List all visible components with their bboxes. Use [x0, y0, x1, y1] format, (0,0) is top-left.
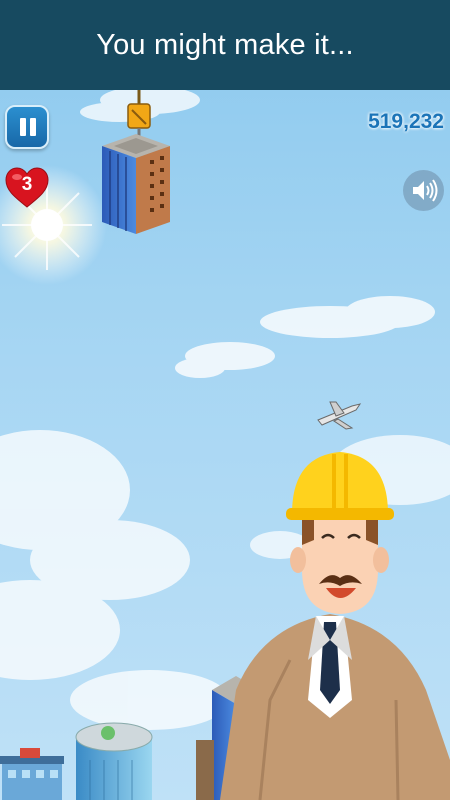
message-banner: You might make it... — [0, 0, 450, 90]
falling-building-block — [102, 134, 170, 234]
lives-indicator: 3 — [4, 166, 50, 210]
pause-icon — [20, 118, 26, 136]
cloud — [0, 430, 230, 730]
banner-message: You might make it... — [96, 28, 354, 61]
pause-icon-bar — [30, 118, 36, 136]
speaker-volume-icon — [413, 179, 438, 202]
city-building — [0, 748, 64, 800]
game-screen: You might make it... 3 519,232 — [0, 0, 450, 800]
lives-count: 3 — [21, 174, 33, 195]
airplane — [317, 401, 362, 430]
city-tower — [75, 722, 153, 800]
sound-toggle-button[interactable] — [403, 170, 444, 211]
cloud — [175, 296, 435, 378]
score-counter: 519,232 — [368, 110, 444, 133]
pause-button[interactable] — [5, 105, 49, 149]
engineer-character — [220, 452, 450, 800]
